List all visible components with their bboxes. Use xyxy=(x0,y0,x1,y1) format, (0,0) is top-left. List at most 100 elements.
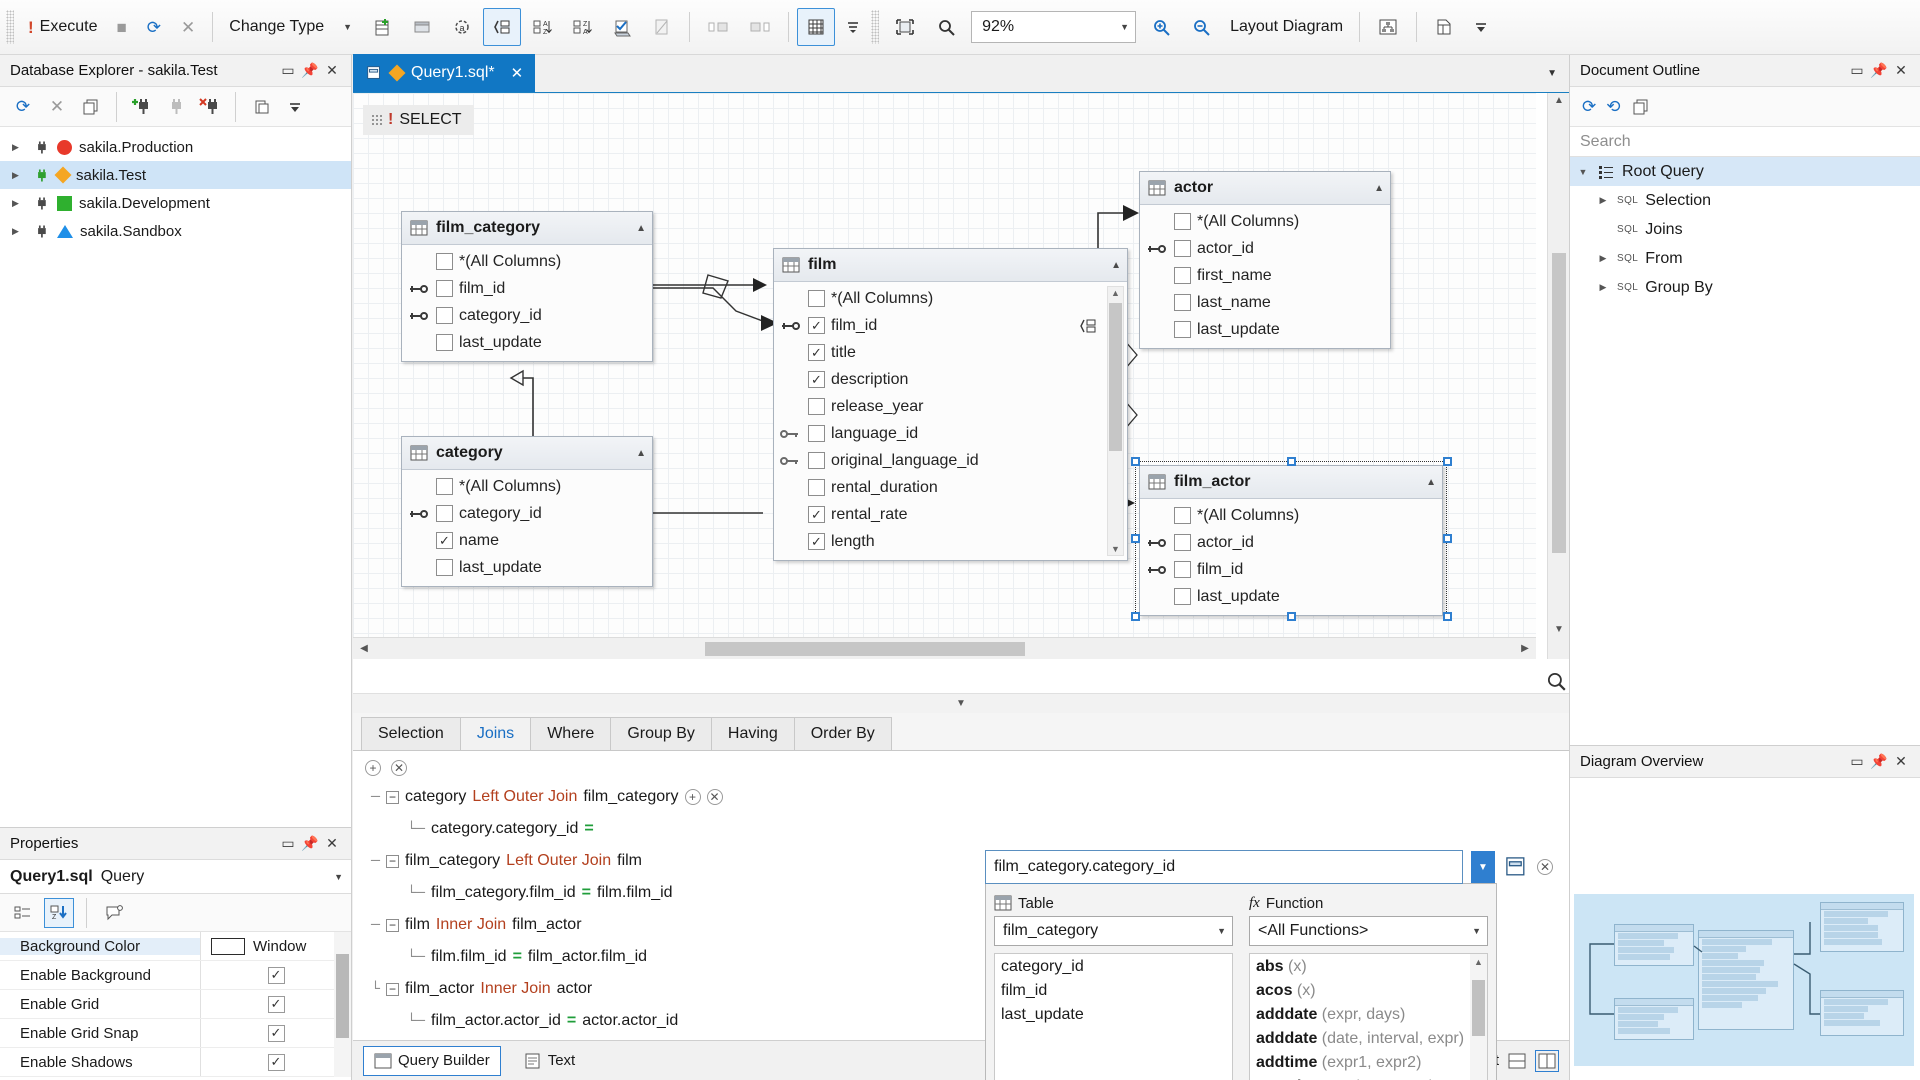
add-condition-icon[interactable]: + xyxy=(684,789,701,805)
table-node-film-category[interactable]: film_category ▲ *(All Columns) film_id c… xyxy=(401,211,653,362)
connection-item-development[interactable]: ▶ sakila.Development xyxy=(0,189,351,217)
functions-list[interactable]: abs (x) acos (x) adddate (expr, days) ad… xyxy=(1249,953,1488,1080)
fit-diagram-button[interactable] xyxy=(885,8,925,46)
list-item[interactable]: film_id xyxy=(1001,982,1232,1006)
column-row[interactable]: category_id xyxy=(402,500,652,527)
function-picker-combobox[interactable]: <All Functions> ▼ xyxy=(1249,916,1488,946)
scrollbar-thumb[interactable] xyxy=(1552,253,1566,553)
connection-item-test[interactable]: ▶ sakila.Test xyxy=(0,161,351,189)
checkbox-unchecked-icon[interactable] xyxy=(808,479,825,496)
pin-icon[interactable]: 📌 xyxy=(299,835,321,852)
chevron-down-icon[interactable]: ▼ xyxy=(1576,167,1590,177)
layout-split-vertical-button[interactable] xyxy=(1535,1049,1559,1072)
chevron-right-icon[interactable]: ▶ xyxy=(1596,282,1610,293)
close-icon[interactable]: ✕ xyxy=(1890,753,1912,770)
list-item[interactable]: category_id xyxy=(1001,958,1232,982)
column-row[interactable]: film_id xyxy=(1140,556,1442,583)
column-row[interactable]: rental_duration xyxy=(774,474,1127,501)
sort-ascending-button[interactable]: A Z xyxy=(523,8,561,46)
add-table-button[interactable] xyxy=(363,8,401,46)
functions-scrollbar[interactable]: ▲ ▼ xyxy=(1470,954,1487,1080)
column-row[interactable]: *(All Columns) xyxy=(1140,502,1442,529)
scroll-down-icon[interactable]: ▼ xyxy=(1111,544,1120,554)
checkbox-unchecked-icon[interactable] xyxy=(1174,213,1191,230)
grid-button[interactable] xyxy=(797,8,836,46)
add-join-icon[interactable]: + xyxy=(365,760,381,776)
table-node-film[interactable]: film ▲ *(All Columns) ✓ film_id ✓ title … xyxy=(773,248,1128,561)
close-icon[interactable]: ✕ xyxy=(321,835,343,852)
list-item[interactable]: acos (x) xyxy=(1256,982,1487,1006)
outline-node-group-by[interactable]: ▶ SQL Group By xyxy=(1570,273,1920,302)
scrollbar-thumb[interactable] xyxy=(705,641,1025,656)
tab-selection[interactable]: Selection xyxy=(361,717,461,750)
checkbox-unchecked-icon[interactable] xyxy=(808,290,825,307)
tab-query1-sql[interactable]: Query1.sql* ✕ xyxy=(353,54,536,92)
checkbox-unchecked-icon[interactable] xyxy=(1174,267,1191,284)
column-row[interactable]: first_name xyxy=(1140,262,1390,289)
property-row[interactable]: Enable Grid Snap ✓ xyxy=(0,1019,351,1048)
property-row[interactable]: Enable Background ✓ xyxy=(0,961,351,990)
column-row[interactable]: release_year xyxy=(774,393,1127,420)
expand-left-button[interactable] xyxy=(698,8,738,46)
alphabetical-view-button[interactable]: Z xyxy=(44,897,74,928)
resize-handle-se[interactable] xyxy=(1443,612,1452,621)
checkbox-checked-icon[interactable]: ✓ xyxy=(267,1053,285,1071)
resize-handle-s[interactable] xyxy=(1287,612,1296,621)
checkbox-unchecked-icon[interactable] xyxy=(1174,561,1191,578)
list-item[interactable]: adddate (date, interval, expr) xyxy=(1256,1030,1487,1054)
remove-connection-button[interactable] xyxy=(195,92,225,122)
add-connection-button[interactable] xyxy=(127,92,157,122)
column-row[interactable]: last_update xyxy=(402,554,652,581)
checkbox-unchecked-icon[interactable] xyxy=(1174,507,1191,524)
collapse-icon[interactable]: ▲ xyxy=(1111,260,1121,271)
column-row[interactable]: ✓ rental_rate xyxy=(774,501,1127,528)
collapse-icon[interactable]: ▲ xyxy=(636,223,646,234)
outline-search-input[interactable]: Search xyxy=(1570,127,1920,157)
column-row[interactable]: *(All Columns) xyxy=(402,473,652,500)
scroll-down-icon[interactable]: ▼ xyxy=(1548,624,1569,635)
list-item[interactable]: abs (x) xyxy=(1256,958,1487,982)
overview-viewport[interactable] xyxy=(1574,894,1914,1066)
connection-item-sandbox[interactable]: ▶ sakila.Sandbox xyxy=(0,217,351,245)
add-view-button[interactable] xyxy=(403,8,441,46)
collapse-icon[interactable]: ▲ xyxy=(1374,183,1384,194)
list-item[interactable]: adddate (expr, days) xyxy=(1256,1006,1487,1030)
column-row[interactable]: ✓ name xyxy=(402,527,652,554)
column-row[interactable]: language_id xyxy=(774,420,1127,447)
resize-handle-ne[interactable] xyxy=(1443,457,1452,466)
close-icon[interactable]: ✕ xyxy=(321,62,343,79)
zoom-out-button[interactable] xyxy=(1182,8,1220,46)
table-node-category[interactable]: category ▲ *(All Columns) category_id ✓ … xyxy=(401,436,653,587)
property-value[interactable]: Window xyxy=(200,932,351,960)
tab-group-by[interactable]: Group By xyxy=(610,717,712,750)
collapse-icon[interactable]: ▲ xyxy=(636,448,646,459)
layout-diagram-button[interactable]: Layout Diagram xyxy=(1222,8,1351,46)
property-value[interactable]: ✓ xyxy=(200,961,351,989)
change-type-button[interactable]: Change Type xyxy=(221,8,332,46)
diagram-overview-body[interactable] xyxy=(1570,778,1920,1071)
pane-splitter[interactable]: ▼ xyxy=(353,693,1569,713)
property-value[interactable]: ✓ xyxy=(200,1019,351,1047)
scroll-left-icon[interactable]: ◀ xyxy=(353,643,375,654)
checkbox-unchecked-icon[interactable] xyxy=(436,334,453,351)
join-condition-row[interactable]: └─ category.category_id = xyxy=(371,813,1569,845)
pin-icon[interactable]: 📌 xyxy=(1868,62,1890,79)
toolbar-grip[interactable] xyxy=(6,10,14,44)
scroll-up-icon[interactable]: ▲ xyxy=(1111,288,1120,298)
clear-value-button[interactable]: ✕ xyxy=(1537,859,1553,875)
column-row[interactable]: *(All Columns) xyxy=(402,248,652,275)
find-button[interactable] xyxy=(927,8,965,46)
list-item[interactable]: last_update xyxy=(1001,1006,1232,1030)
column-row[interactable]: ✓ film_id xyxy=(774,312,1127,339)
toolbar-grip-2[interactable] xyxy=(871,10,880,44)
scroll-up-icon[interactable]: ▲ xyxy=(1474,957,1483,967)
column-row[interactable]: actor_id xyxy=(1140,235,1390,262)
collapse-toggle-icon[interactable]: − xyxy=(386,854,400,868)
scrollbar-thumb[interactable] xyxy=(1472,980,1485,1036)
list-item[interactable]: addtime (expr1, expr2) xyxy=(1256,1054,1487,1078)
property-row[interactable]: Enable Shadows ✓ xyxy=(0,1048,351,1077)
execute-button[interactable]: ! Execute xyxy=(20,8,105,46)
remove-condition-icon[interactable]: ✕ xyxy=(706,789,723,805)
table-header[interactable]: actor ▲ xyxy=(1140,172,1390,205)
refresh-connections-button[interactable]: ⟳ xyxy=(8,92,38,122)
